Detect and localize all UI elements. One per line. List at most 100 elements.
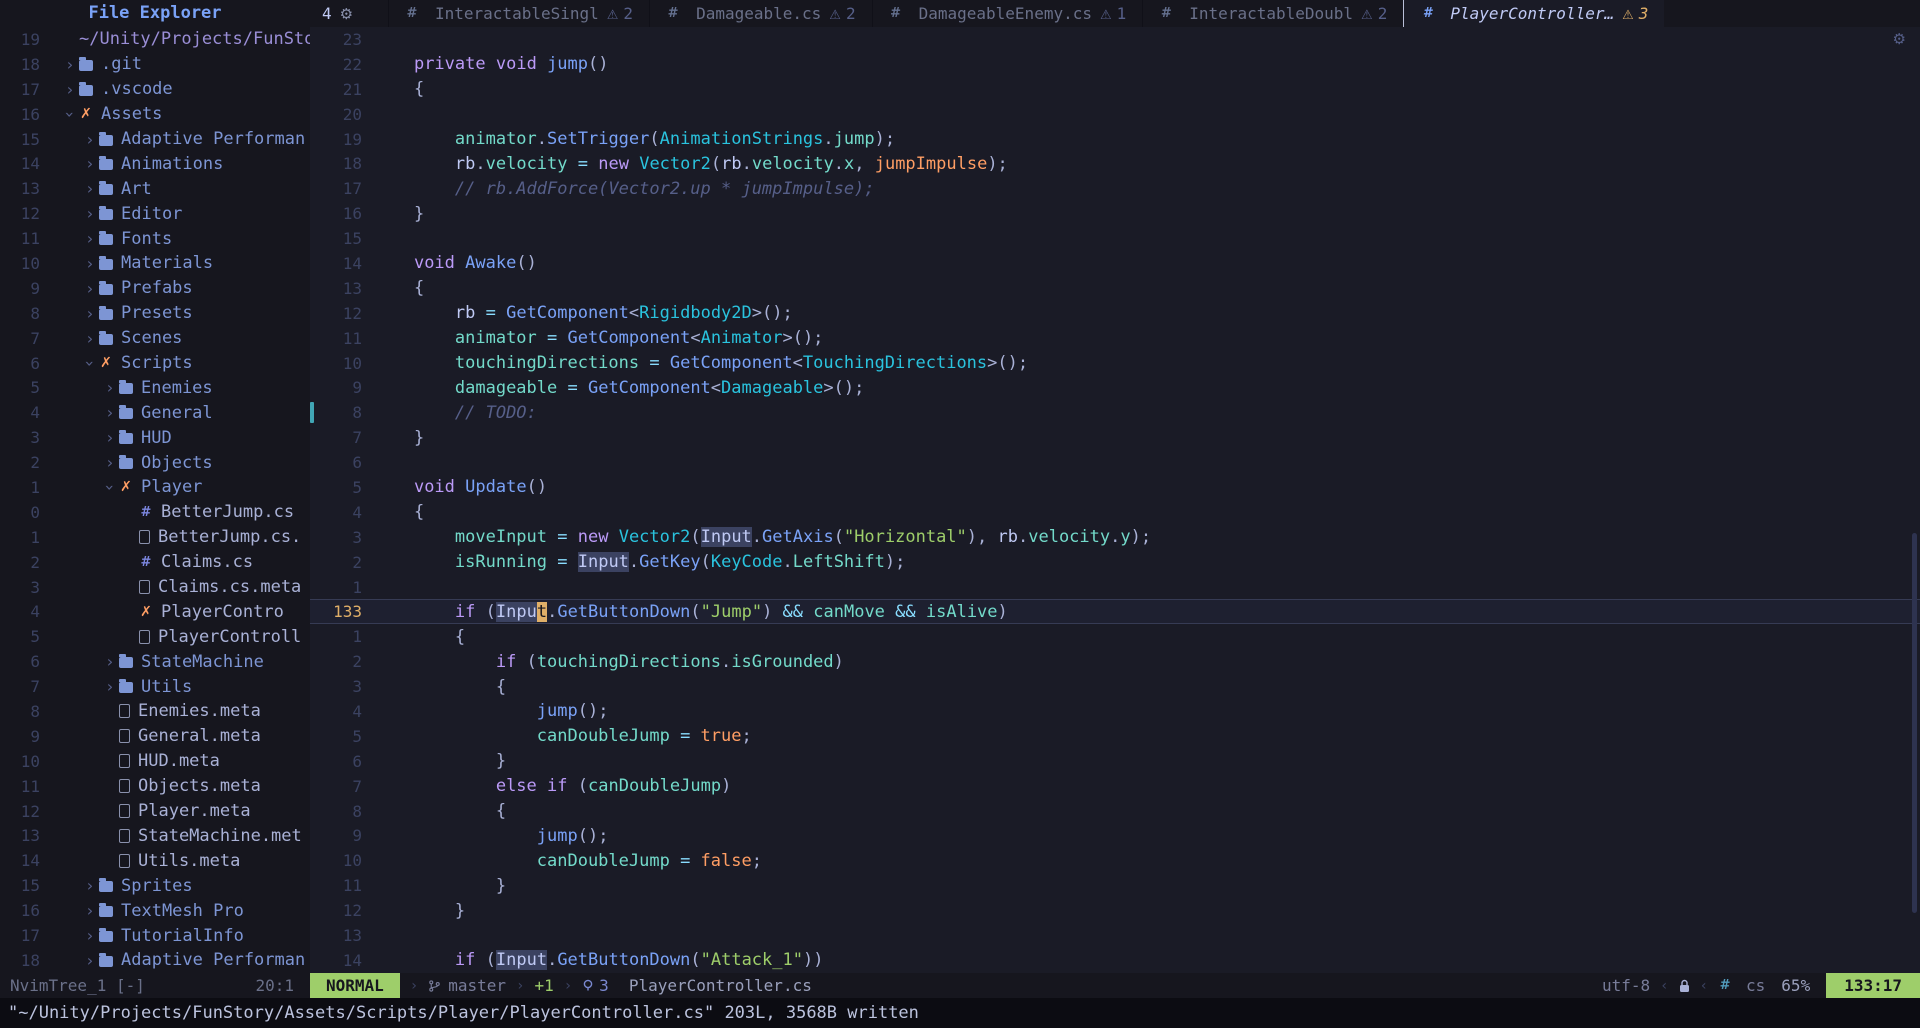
tree-item[interactable]: 16›TextMesh Pro <box>0 898 310 923</box>
tree-item[interactable]: 9General.meta <box>0 724 310 749</box>
chevron-right-icon[interactable]: › <box>85 329 99 348</box>
chevron-right-icon[interactable]: › <box>85 254 99 273</box>
code-line[interactable]: 7 } <box>310 425 1920 450</box>
chevron-right-icon[interactable]: › <box>105 652 119 671</box>
tree-item[interactable]: 12›Editor <box>0 201 310 226</box>
tree-item[interactable]: 19~/Unity/Projects/FunStor <box>0 27 310 52</box>
tree-item[interactable]: 13›Art <box>0 176 310 201</box>
code-line[interactable]: 17 // rb.AddForce(Vector2.up * jumpImpul… <box>310 176 1920 201</box>
chevron-right-icon[interactable]: › <box>85 130 99 149</box>
tree-item[interactable]: 18›Adaptive Performan <box>0 948 310 973</box>
tree-item[interactable]: 4›General <box>0 400 310 425</box>
scrollbar-thumb[interactable] <box>1912 533 1917 913</box>
tree-item[interactable]: 12Player.meta <box>0 799 310 824</box>
code-line[interactable]: 6 <box>310 450 1920 475</box>
code-area[interactable]: 2322 private void jump()21 {2019 animato… <box>310 27 1920 973</box>
chevron-right-icon[interactable]: › <box>85 926 99 945</box>
code-line[interactable]: 1 { <box>310 624 1920 649</box>
tree-item[interactable]: 8›Presets <box>0 301 310 326</box>
code-line[interactable]: 22 private void jump() <box>310 52 1920 77</box>
chevron-down-icon[interactable]: › <box>85 354 99 373</box>
chevron-right-icon[interactable]: › <box>105 378 119 397</box>
code-line[interactable]: 21 { <box>310 77 1920 102</box>
code-line[interactable]: 3 moveInput = new Vector2(Input.GetAxis(… <box>310 525 1920 550</box>
code-line[interactable]: 3 { <box>310 674 1920 699</box>
chevron-right-icon[interactable]: › <box>85 229 99 248</box>
tree-item[interactable]: 2›Objects <box>0 450 310 475</box>
code-line[interactable]: 8 { <box>310 799 1920 824</box>
code-line[interactable]: 11 } <box>310 873 1920 898</box>
tree-item[interactable]: 14›Animations <box>0 151 310 176</box>
code-line[interactable]: 12 rb = GetComponent<Rigidbody2D>(); <box>310 301 1920 326</box>
tree-item[interactable]: 7›Scenes <box>0 326 310 351</box>
tree-item[interactable]: 6›Scripts <box>0 351 310 376</box>
code-line[interactable]: 20 <box>310 102 1920 127</box>
code-line[interactable]: 16 } <box>310 201 1920 226</box>
code-line[interactable]: 9 jump(); <box>310 824 1920 849</box>
code-line[interactable]: 2 if (touchingDirections.isGrounded) <box>310 649 1920 674</box>
code-line[interactable]: 23 <box>310 27 1920 52</box>
tree-item[interactable]: 10HUD.meta <box>0 749 310 774</box>
tree-item[interactable]: 17›TutorialInfo <box>0 923 310 948</box>
tree-item[interactable]: 1›Player <box>0 475 310 500</box>
chevron-right-icon[interactable]: › <box>85 304 99 323</box>
tree-item[interactable]: 18›.git <box>0 52 310 77</box>
tree-item[interactable]: 8Enemies.meta <box>0 699 310 724</box>
chevron-right-icon[interactable]: › <box>85 204 99 223</box>
tree-item[interactable]: 3›HUD <box>0 425 310 450</box>
code-line[interactable]: 12 } <box>310 898 1920 923</box>
diagnostics[interactable]: 3 <box>582 976 609 995</box>
tab[interactable]: PlayerController…3 <box>1403 0 1664 27</box>
tree-item[interactable]: 10›Materials <box>0 251 310 276</box>
chevron-right-icon[interactable]: › <box>85 154 99 173</box>
tab[interactable]: InteractableDoubl2 <box>1142 0 1403 27</box>
tree-item[interactable]: 0BetterJump.cs <box>0 500 310 525</box>
tree-item[interactable]: 15›Sprites <box>0 873 310 898</box>
tree-item[interactable]: 1BetterJump.cs. <box>0 525 310 550</box>
code-line[interactable]: 5 canDoubleJump = true; <box>310 724 1920 749</box>
code-line[interactable]: 4 { <box>310 500 1920 525</box>
gear-icon[interactable]: ⚙ <box>340 5 353 23</box>
chevron-right-icon[interactable]: › <box>85 901 99 920</box>
tree-item[interactable]: 15›Adaptive Performan <box>0 127 310 152</box>
tab[interactable]: DamageableEnemy.cs1 <box>872 0 1143 27</box>
tree-item[interactable]: 17›.vscode <box>0 77 310 102</box>
tree-item[interactable]: 4PlayerContro <box>0 599 310 624</box>
chevron-right-icon[interactable]: › <box>85 279 99 298</box>
chevron-right-icon[interactable]: › <box>105 677 119 696</box>
chevron-right-icon[interactable]: › <box>65 55 79 74</box>
tree-item[interactable]: 13StateMachine.met <box>0 824 310 849</box>
tree-item[interactable]: 6›StateMachine <box>0 649 310 674</box>
chevron-right-icon[interactable]: › <box>105 453 119 472</box>
chevron-right-icon[interactable]: › <box>85 951 99 970</box>
chevron-right-icon[interactable]: › <box>105 403 119 422</box>
code-line[interactable]: 2 isRunning = Input.GetKey(KeyCode.LeftS… <box>310 550 1920 575</box>
chevron-right-icon[interactable]: › <box>85 179 99 198</box>
code-line[interactable]: 13 <box>310 923 1920 948</box>
git-branch[interactable]: master <box>428 976 506 995</box>
tree-item[interactable]: 16›Assets <box>0 102 310 127</box>
code-line[interactable]: 19 animator.SetTrigger(AnimationStrings.… <box>310 127 1920 152</box>
code-line[interactable]: 10 canDoubleJump = false; <box>310 848 1920 873</box>
code-line-current[interactable]: 133 if (Input.GetButtonDown("Jump") && c… <box>310 599 1920 624</box>
code-line[interactable]: 6 } <box>310 749 1920 774</box>
chevron-down-icon[interactable]: › <box>105 478 119 497</box>
code-line[interactable]: 15 <box>310 226 1920 251</box>
chevron-right-icon[interactable]: › <box>65 80 79 99</box>
chevron-down-icon[interactable]: › <box>65 105 79 124</box>
code-line[interactable]: 13 { <box>310 276 1920 301</box>
code-line[interactable]: 14 void Awake() <box>310 251 1920 276</box>
code-line[interactable]: 11 animator = GetComponent<Animator>(); <box>310 326 1920 351</box>
code-line[interactable]: 18 rb.velocity = new Vector2(rb.velocity… <box>310 151 1920 176</box>
code-line[interactable]: 9 damageable = GetComponent<Damageable>(… <box>310 375 1920 400</box>
chevron-right-icon[interactable]: › <box>85 876 99 895</box>
tree-item[interactable]: 7›Utils <box>0 674 310 699</box>
code-line[interactable]: 4 jump(); <box>310 699 1920 724</box>
code-line[interactable]: 14 if (Input.GetButtonDown("Attack_1")) <box>310 948 1920 973</box>
code-line[interactable]: 7 else if (canDoubleJump) <box>310 774 1920 799</box>
chevron-right-icon[interactable]: › <box>105 428 119 447</box>
tree-item[interactable]: 11›Fonts <box>0 226 310 251</box>
code-line[interactable]: 10 touchingDirections = GetComponent<Tou… <box>310 351 1920 376</box>
tab[interactable]: InteractableSingl2 <box>388 0 649 27</box>
tree-item[interactable]: 2Claims.cs <box>0 550 310 575</box>
